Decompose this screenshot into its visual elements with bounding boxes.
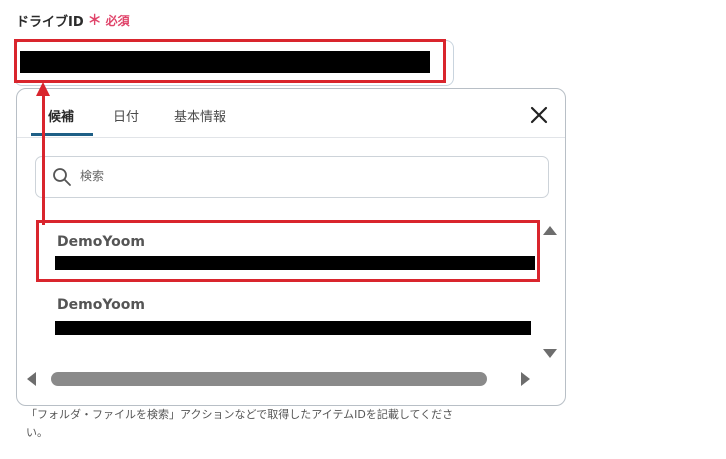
- annotation-arrow-line: [42, 94, 45, 225]
- required-badge: 必須: [105, 13, 130, 28]
- required-mark: ＊: [87, 13, 102, 29]
- highlight-drive-id-input: [14, 39, 446, 83]
- item-name: DemoYoom: [57, 297, 145, 313]
- close-icon[interactable]: [529, 105, 549, 125]
- tab-bar: 候補 日付 基本情報: [17, 89, 565, 138]
- list-item[interactable]: DemoYoom: [37, 289, 537, 351]
- active-tab-indicator: [31, 133, 93, 136]
- search-input[interactable]: [78, 168, 482, 184]
- horizontal-scrollbar-thumb[interactable]: [51, 372, 487, 386]
- annotation-arrow-head-icon: [36, 82, 50, 96]
- tab-basic-info[interactable]: 基本情報: [174, 106, 226, 125]
- tab-date[interactable]: 日付: [113, 106, 139, 125]
- field-label: ドライブID ＊ 必須: [16, 10, 130, 30]
- field-label-text: ドライブID: [16, 14, 84, 30]
- help-text: 「フォルダ・ファイルを検索」アクションなどで取得したアイテムIDを記載してくださ…: [26, 408, 454, 439]
- search-icon: [53, 168, 71, 186]
- scroll-down-arrow-icon[interactable]: [543, 349, 557, 358]
- scroll-left-arrow-icon[interactable]: [27, 372, 36, 386]
- scroll-up-arrow-icon[interactable]: [543, 226, 557, 235]
- search-box: [35, 156, 549, 198]
- tab-candidates[interactable]: 候補: [48, 106, 74, 125]
- scroll-right-arrow-icon[interactable]: [521, 372, 530, 386]
- redacted-item-id: [55, 321, 531, 335]
- highlight-first-item: [36, 220, 540, 282]
